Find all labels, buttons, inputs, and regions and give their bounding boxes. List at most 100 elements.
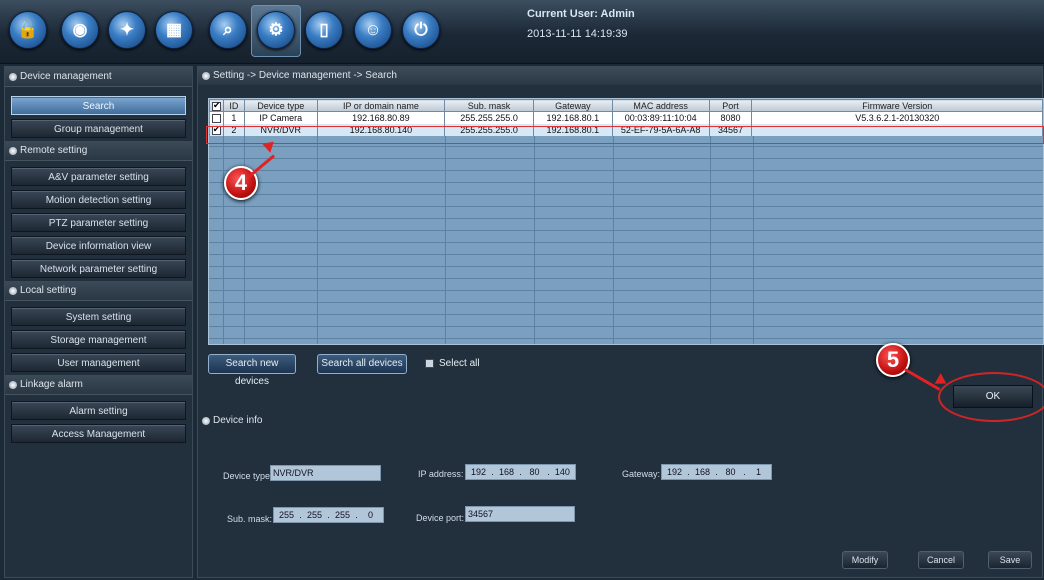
col-header-gateway[interactable]: Gateway	[532, 99, 613, 112]
search-icon[interactable]: ⌕	[209, 11, 247, 49]
face-icon[interactable]: ☺	[354, 11, 392, 49]
col-header-id[interactable]: ID	[222, 99, 245, 112]
sidebar-item-device-info-view[interactable]: Device information view	[11, 236, 186, 255]
cell-sub-mask: 255.255.255.0	[444, 111, 534, 124]
device-type-label: Device type:	[223, 471, 273, 481]
grid-col-line	[753, 99, 754, 344]
device-info-title: Device info	[202, 415, 262, 426]
device-type-field[interactable]: NVR/DVR	[270, 465, 381, 481]
breadcrumb: Setting -> Device management -> Search	[198, 67, 1042, 85]
sidebar-item-network-parameter[interactable]: Network parameter setting	[11, 259, 186, 278]
search-all-devices-button[interactable]: Search all devices	[317, 354, 407, 374]
grid-col-line	[223, 99, 224, 344]
cell-mac: 00:03:89:11:10:04	[612, 111, 710, 124]
col-header-port[interactable]: Port	[708, 99, 753, 112]
row-checkbox[interactable]	[209, 111, 224, 124]
cell-port: 34567	[709, 123, 753, 136]
checkbox-icon[interactable]	[211, 100, 221, 111]
section-label: Device management	[20, 70, 112, 82]
sidebar: Device management Search Group managemen…	[4, 66, 193, 578]
sidebar-item-storage-management[interactable]: Storage management	[11, 330, 186, 349]
cell-ip: 192.168.80.140	[317, 123, 446, 136]
section-dot-icon	[9, 286, 17, 295]
row-checkbox[interactable]	[209, 123, 224, 136]
sidebar-item-alarm-setting[interactable]: Alarm setting	[11, 401, 186, 420]
search-new-devices-button[interactable]: Search new devices	[208, 354, 296, 387]
cell-sub-mask: 255.255.255.0	[444, 123, 534, 136]
section-remote-setting: Remote setting	[5, 141, 192, 161]
device-table: ID Device type IP or domain name Sub. ma…	[208, 98, 1044, 345]
modify-button[interactable]: Modify	[842, 551, 888, 569]
cell-firmware	[751, 123, 1043, 136]
section-dot-icon	[202, 416, 210, 425]
cell-device-type: NVR/DVR	[244, 123, 318, 136]
mask-octet: 255	[306, 510, 323, 520]
col-header-mac[interactable]: MAC address	[611, 99, 710, 112]
sidebar-item-motion-detection[interactable]: Motion detection setting	[11, 190, 186, 209]
lock-icon[interactable]: 🔓	[9, 11, 47, 49]
device-info-label: Device info	[213, 415, 263, 426]
grid-icon[interactable]: ▦	[155, 11, 193, 49]
cell-id: 2	[223, 123, 245, 136]
section-local-setting: Local setting	[5, 281, 192, 301]
sidebar-item-user-management[interactable]: User management	[11, 353, 186, 372]
gateway-octet: 192	[667, 467, 683, 477]
breadcrumb-dot-icon	[202, 72, 210, 80]
cell-ip: 192.168.80.89	[317, 111, 446, 124]
ip-octet: 168	[498, 467, 515, 477]
gateway-field[interactable]: 192. 168. 80. 1	[661, 464, 772, 480]
sidebar-item-av-parameter[interactable]: A&V parameter setting	[11, 167, 186, 186]
section-device-management: Device management	[5, 67, 192, 87]
section-dot-icon	[9, 380, 17, 389]
main-panel: Setting -> Device management -> Search I…	[197, 66, 1044, 578]
sidebar-item-access-management[interactable]: Access Management	[11, 424, 186, 443]
sidebar-item-ptz-parameter[interactable]: PTZ parameter setting	[11, 213, 186, 232]
col-header-firmware[interactable]: Firmware Version	[751, 99, 1043, 112]
ip-octet: 140	[554, 467, 570, 477]
datetime: 2013-11-11 14:19:39	[527, 28, 628, 40]
cell-gateway: 192.168.80.1	[533, 123, 613, 136]
cell-port: 8080	[709, 111, 753, 124]
ip-address-label: IP address:	[418, 469, 464, 479]
section-linkage-alarm: Linkage alarm	[5, 375, 192, 395]
gateway-label: Gateway:	[622, 469, 661, 479]
gear-icon[interactable]: ⚙	[257, 11, 295, 49]
col-header-sub-mask[interactable]: Sub. mask	[444, 99, 534, 112]
col-header-ip[interactable]: IP or domain name	[316, 99, 446, 112]
ok-button[interactable]: OK	[953, 385, 1033, 408]
camera-icon[interactable]: ◉	[61, 11, 99, 49]
cell-device-type: IP Camera	[244, 111, 318, 124]
ip-address-field[interactable]: 192. 168. 80. 140	[465, 464, 576, 480]
mask-octet: 255	[279, 510, 295, 520]
gateway-octet: 1	[755, 467, 761, 477]
sub-mask-field[interactable]: 255. 255. 255. 0	[273, 507, 384, 523]
device-list: ID Device type IP or domain name Sub. ma…	[209, 99, 1043, 136]
select-all[interactable]: Select all	[425, 358, 480, 369]
grid-col-line	[445, 99, 446, 344]
grid-col-line	[244, 99, 245, 344]
door-icon[interactable]: ▯	[305, 11, 343, 49]
cell-gateway: 192.168.80.1	[533, 111, 613, 124]
cancel-button[interactable]: Cancel	[918, 551, 964, 569]
table-row[interactable]: 1 IP Camera 192.168.80.89 255.255.255.0 …	[209, 111, 1043, 124]
header-select-checkbox[interactable]	[209, 99, 224, 112]
sidebar-item-search[interactable]: Search	[11, 96, 186, 115]
cell-mac: 52-EF-79-5A-6A-A8	[612, 123, 710, 136]
gateway-octet: 168	[694, 467, 711, 477]
sidebar-item-system-setting[interactable]: System setting	[11, 307, 186, 326]
checkbox-icon[interactable]	[211, 124, 221, 135]
sub-mask-label: Sub. mask:	[227, 514, 273, 524]
device-port-field[interactable]: 34567	[465, 506, 575, 522]
section-dot-icon	[9, 146, 17, 155]
col-header-device-type[interactable]: Device type	[243, 99, 318, 112]
ip-octet: 192	[471, 467, 487, 477]
sidebar-item-group-management[interactable]: Group management	[11, 119, 186, 138]
checkbox-icon[interactable]	[211, 113, 221, 123]
power-icon[interactable]: ⏻	[402, 11, 440, 49]
ip-octet: 80	[529, 467, 540, 477]
map-icon[interactable]: ✦	[108, 11, 146, 49]
save-button[interactable]: Save	[988, 551, 1032, 569]
table-row[interactable]: 2 NVR/DVR 192.168.80.140 255.255.255.0 1…	[209, 123, 1043, 136]
checkbox-icon[interactable]	[425, 359, 434, 368]
mask-octet: 0	[367, 510, 373, 520]
